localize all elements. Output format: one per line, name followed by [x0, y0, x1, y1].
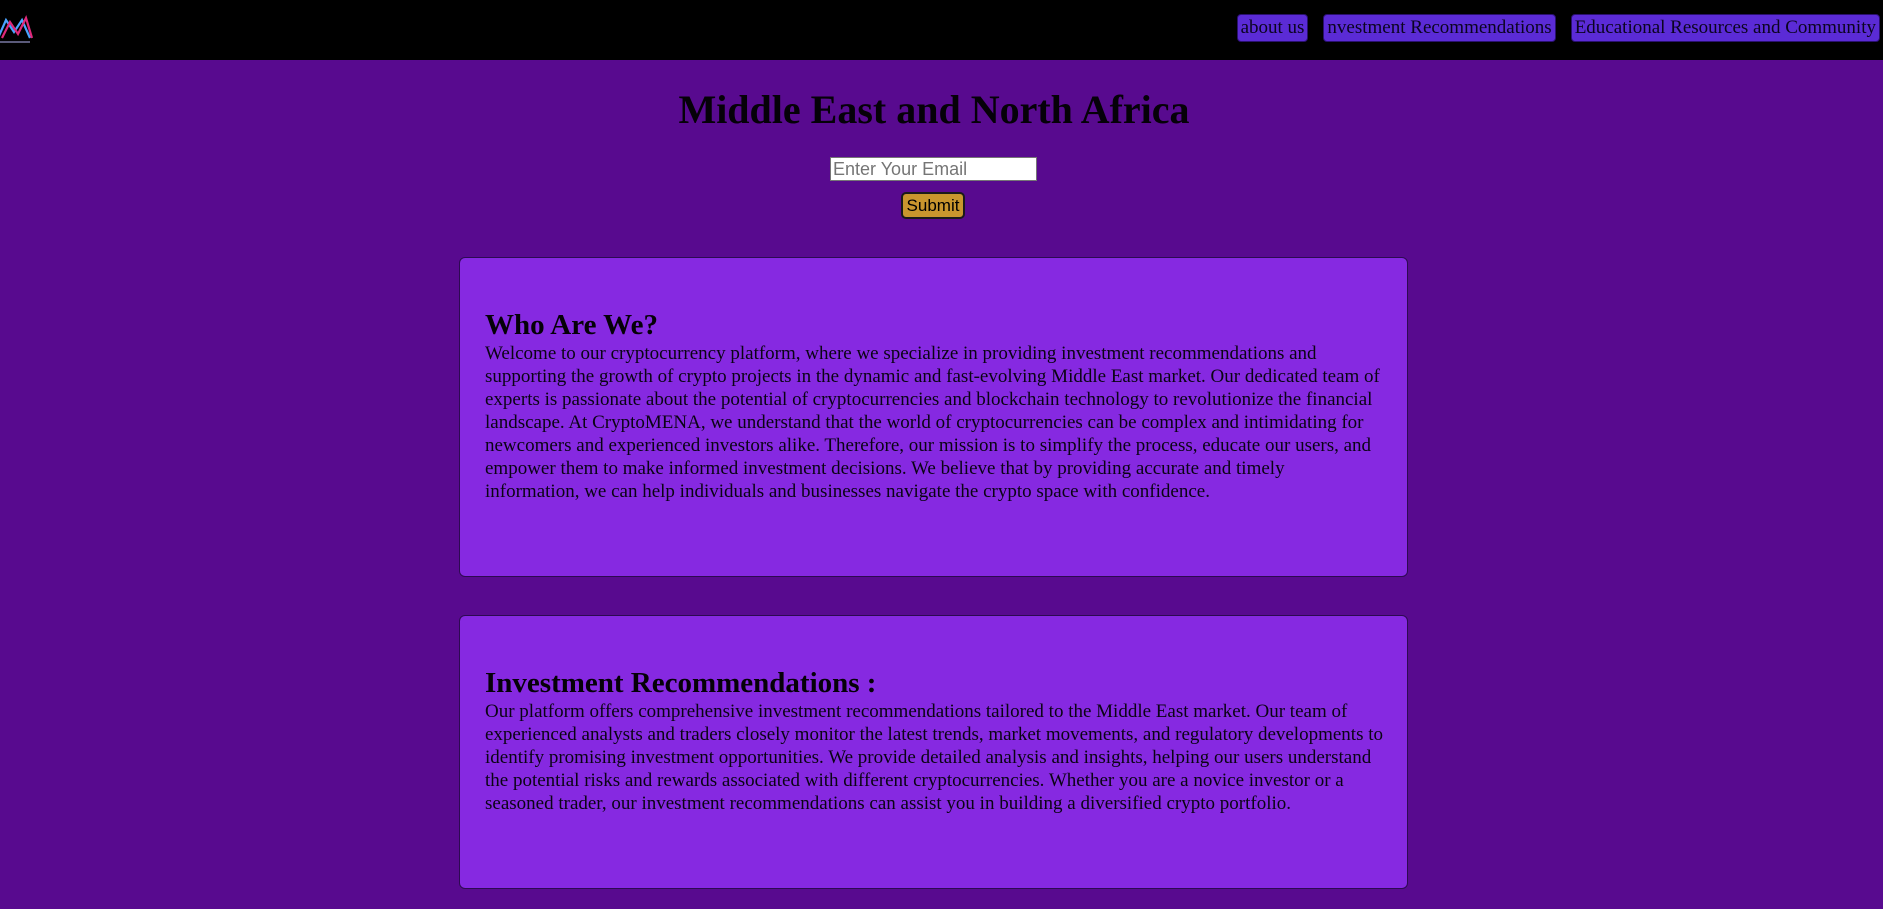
- main-nav: about us nvestment Recommendations Educa…: [1236, 14, 1880, 42]
- nav-about-us-button[interactable]: about us: [1236, 14, 1309, 42]
- cryptomena-logo-icon[interactable]: [0, 8, 36, 48]
- submit-button[interactable]: Submit: [901, 192, 965, 219]
- investment-recommendations-card: Investment Recommendations : Our platfor…: [459, 615, 1408, 889]
- section-body: Welcome to our cryptocurrency platform, …: [485, 343, 1380, 502]
- section-body: Our platform offers comprehensive invest…: [485, 701, 1384, 814]
- nav-investment-recommendations-button[interactable]: nvestment Recommendations: [1323, 14, 1556, 42]
- page-title: Middle East and North Africa: [678, 87, 1190, 132]
- section-heading: Who Are We?: [485, 309, 658, 341]
- nav-educational-resources-button[interactable]: Educational Resources and Community: [1570, 14, 1880, 42]
- who-are-we-card: Who Are We? Welcome to our cryptocurrenc…: [459, 257, 1408, 577]
- email-input[interactable]: [830, 157, 1037, 181]
- section-heading: Investment Recommendations :: [485, 667, 877, 699]
- top-navbar: about us nvestment Recommendations Educa…: [0, 0, 1883, 60]
